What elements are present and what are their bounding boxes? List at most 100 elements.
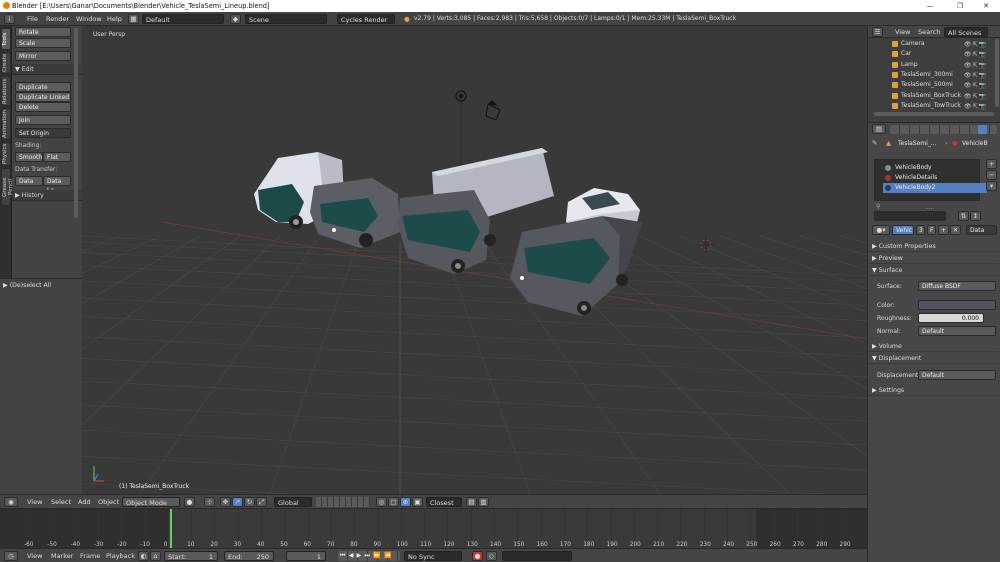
sync-mode-selector[interactable]: No Sync — [404, 551, 462, 561]
material-users-count[interactable]: 3 — [916, 225, 925, 235]
slot-sort-icon[interactable]: ⇅ — [958, 211, 969, 221]
visibility-toggles-icon[interactable]: 👁⇱📷 — [964, 102, 987, 112]
list-resize-handle[interactable]: .... — [926, 203, 934, 211]
shading-mode-icon[interactable]: ● — [184, 497, 195, 507]
3d-cursor-icon[interactable] — [698, 237, 714, 253]
lock-icon[interactable]: ⌂ — [150, 551, 161, 561]
editor-type-info-icon[interactable]: i — [4, 14, 15, 24]
color-swatch[interactable] — [918, 300, 996, 310]
material-tab-icon[interactable] — [978, 125, 987, 134]
surface-panel[interactable]: ▼ Surface — [868, 265, 999, 276]
outliner-item[interactable]: TeslaSemi_300mi 👁⇱📷 — [868, 70, 993, 80]
outliner-item[interactable]: TeslaSemi_TowTruck 👁⇱📷 — [868, 101, 993, 111]
delete-button[interactable]: Delete — [15, 102, 71, 112]
menu-marker[interactable]: Marker — [51, 551, 73, 561]
material-slot[interactable]: VehicleBody2 — [883, 183, 987, 193]
shelf-scrollbar[interactable] — [74, 28, 78, 218]
scale-button[interactable]: Scale — [15, 38, 71, 48]
outliner-menu-view[interactable]: View — [895, 27, 910, 37]
scene-icon[interactable]: ◆ — [230, 14, 241, 24]
truck-500mi[interactable] — [310, 178, 410, 248]
translate-manipulator-icon[interactable]: ↗ — [232, 497, 243, 507]
join-button[interactable]: Join — [15, 115, 71, 125]
current-frame-line[interactable] — [170, 509, 172, 549]
outliner-filter-selector[interactable]: All Scenes — [944, 27, 988, 37]
editor-type-outliner-icon[interactable]: ☰ — [872, 27, 883, 37]
timeline[interactable]: -60 -50 -40 -30 -20 -10 0 10 20 30 40 50 60 70 80 90 100… — [0, 508, 867, 549]
data-layout-button[interactable]: Data La — [43, 176, 71, 194]
displacement-selector[interactable]: Default — [918, 370, 996, 380]
transform-orientation-selector[interactable]: Global — [274, 497, 312, 507]
minimize-button[interactable]: — — [916, 0, 944, 12]
editor-type-timeline-icon[interactable]: ◷ — [4, 551, 18, 561]
material-slot-list[interactable]: VehicleBody VehicleDetails VehicleBody2 — [874, 159, 987, 201]
outliner-item[interactable]: Car 👁⇱📷 — [868, 49, 993, 59]
mode-selector[interactable]: Object Mode — [122, 497, 180, 507]
menu-view[interactable]: View — [27, 497, 42, 507]
slot-search-icon[interactable]: ⚲ — [876, 203, 880, 210]
outliner-item[interactable]: TeslaSemi_500mi 👁⇱📷 — [868, 80, 993, 90]
outliner-hscrollbar[interactable] — [874, 112, 994, 116]
menu-help[interactable]: Help — [107, 14, 122, 24]
proportional-edit-icon[interactable]: ◎ — [376, 497, 387, 507]
menu-playback[interactable]: Playback — [106, 551, 135, 561]
unlink-material-icon[interactable]: ✕ — [950, 225, 961, 235]
outliner-menu-search[interactable]: Search — [918, 27, 940, 37]
editor-type-properties-icon[interactable]: ▤ — [872, 124, 886, 134]
snap-target-selector[interactable]: Closest — [426, 497, 462, 507]
3d-viewport[interactable]: User Persp (1) TeslaSemi_BoxTruck — [82, 26, 867, 494]
tab-physics[interactable]: Physics — [1, 142, 11, 166]
menu-file[interactable]: File — [27, 14, 38, 24]
end-frame-field[interactable]: End: 250 — [224, 551, 274, 561]
render-layer-icon[interactable]: ▢ — [388, 497, 399, 507]
outliner-item[interactable]: TeslaSemi_BoxTruck 👁⇱📷 — [868, 91, 993, 101]
tab-animation[interactable]: Animation — [1, 108, 11, 140]
menu-time-view[interactable]: View — [27, 551, 42, 561]
keying-set-selector[interactable] — [502, 551, 572, 561]
snap-element-icon[interactable]: ▣ — [412, 497, 423, 507]
tab-create[interactable]: Create — [1, 52, 11, 74]
screen-layout-icon[interactable]: ▦ — [128, 14, 139, 24]
material-slot[interactable]: VehicleDetails — [883, 173, 987, 183]
render-engine-selector[interactable]: Cycles Render — [337, 14, 395, 24]
normal-selector[interactable]: Default — [918, 326, 996, 336]
history-panel-header[interactable]: ▶ History — [12, 190, 82, 201]
scene-selector[interactable]: Scene — [245, 14, 327, 24]
menu-add[interactable]: Add — [78, 497, 91, 507]
data-transfer-button[interactable]: Data — [15, 176, 43, 186]
opengl-render-anim-icon[interactable]: ▥ — [478, 497, 489, 507]
custom-properties-panel[interactable]: ▶ Custom Properties — [868, 241, 999, 252]
set-origin-dropdown[interactable]: Set Origin — [15, 128, 71, 138]
rotate-button[interactable]: Rotate — [15, 27, 71, 37]
preview-range-icon[interactable]: ◐ — [138, 551, 149, 561]
slot-specials-button[interactable]: ▾ — [986, 181, 997, 191]
rotate-manipulator-icon[interactable]: ↻ — [244, 497, 255, 507]
displacement-panel[interactable]: ▼ Displacement — [868, 353, 999, 364]
volume-panel[interactable]: ▶ Volume — [868, 341, 999, 352]
editor-type-3d-icon[interactable]: ◉ — [4, 497, 18, 507]
camera-icon[interactable] — [485, 100, 501, 121]
new-material-icon[interactable]: + — [938, 225, 949, 235]
mirror-button[interactable]: Mirror — [15, 51, 71, 61]
layout-selector[interactable]: Default — [142, 14, 224, 24]
opengl-render-icon[interactable]: ▤ — [466, 497, 477, 507]
menu-object[interactable]: Object — [98, 497, 119, 507]
layer-buttons[interactable] — [316, 497, 370, 507]
playback-controls[interactable]: ⏮◀▶⏭⏩⏪ — [338, 551, 400, 561]
slot-filter-field[interactable] — [874, 211, 946, 221]
outliner-item[interactable]: Lamp 👁⇱📷 — [868, 60, 993, 70]
smooth-button[interactable]: Smooth — [15, 152, 43, 162]
menu-render[interactable]: Render — [46, 14, 69, 24]
manipulator-toggle-icon[interactable]: ✥ — [220, 497, 231, 507]
pin-icon[interactable]: ✎ — [872, 139, 877, 147]
duplicate-button[interactable]: Duplicate — [15, 82, 71, 92]
duplicate-linked-button[interactable]: Duplicate Linked — [15, 92, 71, 102]
slot-reverse-icon[interactable]: ↕ — [970, 211, 981, 221]
tow-truck[interactable] — [510, 216, 642, 316]
current-frame-field[interactable]: 1 — [286, 551, 326, 561]
roughness-slider[interactable]: 0.000 — [918, 313, 984, 323]
edit-panel-header[interactable]: ▼ Edit — [12, 64, 82, 75]
outliner-vscrollbar[interactable] — [995, 39, 999, 107]
menu-frame[interactable]: Frame — [80, 551, 100, 561]
add-slot-button[interactable]: + — [986, 159, 997, 169]
